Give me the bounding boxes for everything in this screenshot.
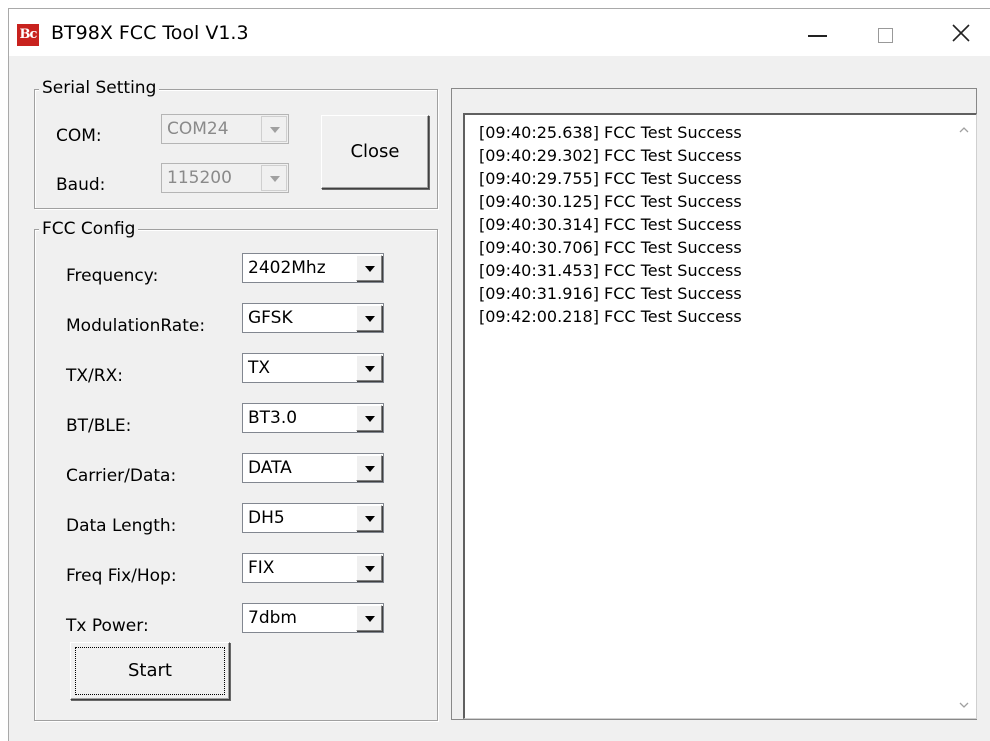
log-line: [09:42:00.218] FCC Test Success [479, 307, 742, 326]
tx-power-label: Tx Power: [66, 616, 149, 636]
scroll-down-icon[interactable] [959, 700, 969, 710]
baud-rate-value: 115200 [167, 168, 232, 188]
tx-rx-dropdown-button [356, 355, 382, 381]
modulation-rate-value: GFSK [248, 308, 293, 328]
chevron-down-icon [365, 416, 375, 422]
close-port-button[interactable]: Close [321, 115, 429, 189]
log-line: [09:40:29.755] FCC Test Success [479, 169, 742, 188]
tx-rx-value: TX [248, 358, 271, 378]
main-window: Bc BT98X FCC Tool V1.3 Serial Setting CO… [8, 8, 990, 741]
focus-rectangle [75, 647, 225, 695]
tx-power-value: 7dbm [248, 608, 297, 628]
modulation-dropdown-button [356, 305, 382, 331]
com-port-select[interactable]: COM24 [161, 114, 289, 144]
chevron-down-icon [270, 127, 280, 133]
maximize-icon [878, 28, 893, 43]
window-title: BT98X FCC Tool V1.3 [51, 22, 249, 44]
modulation-rate-label: ModulationRate: [66, 316, 206, 336]
start-button[interactable]: Start [70, 642, 230, 700]
bt-ble-value: BT3.0 [248, 408, 298, 428]
carrier-data-label: Carrier/Data: [66, 466, 177, 486]
baud-rate-select[interactable]: 115200 [161, 163, 289, 193]
log-line: [09:40:31.453] FCC Test Success [479, 261, 742, 280]
bt-ble-dropdown-button [356, 405, 382, 431]
baud-dropdown-button [261, 165, 287, 191]
tx-power-select[interactable]: 7dbm [242, 603, 384, 633]
frequency-value: 2402Mhz [248, 258, 326, 278]
com-dropdown-button [261, 116, 287, 142]
baud-label: Baud: [56, 175, 106, 195]
freq-fix-hop-value: FIX [248, 558, 275, 578]
log-textarea[interactable]: [09:40:25.638] FCC Test Success [09:40:2… [463, 113, 977, 719]
chevron-down-icon [365, 316, 375, 322]
chevron-down-icon [365, 266, 375, 272]
close-port-label: Close [350, 141, 400, 162]
log-line: [09:40:31.916] FCC Test Success [479, 284, 742, 303]
chevron-down-icon [365, 366, 375, 372]
close-icon [952, 24, 970, 42]
data-length-select[interactable]: DH5 [242, 503, 384, 533]
frequency-dropdown-button [356, 255, 382, 281]
modulation-rate-select[interactable]: GFSK [242, 303, 384, 333]
tx-rx-label: TX/RX: [66, 366, 123, 386]
close-window-button[interactable] [929, 9, 989, 56]
scroll-up-icon[interactable] [959, 125, 969, 135]
chevron-down-icon [270, 176, 280, 182]
log-scrollbar[interactable] [954, 115, 976, 718]
log-line: [09:40:29.302] FCC Test Success [479, 146, 742, 165]
log-line: [09:40:30.125] FCC Test Success [479, 192, 742, 211]
chevron-down-icon [365, 616, 375, 622]
com-port-value: COM24 [167, 119, 229, 139]
data-length-label: Data Length: [66, 516, 177, 536]
maximize-button[interactable] [857, 9, 917, 56]
carrier-data-dropdown-button [356, 455, 382, 481]
tx-power-dropdown-button [356, 605, 382, 631]
com-label: COM: [56, 126, 102, 146]
tx-rx-select[interactable]: TX [242, 353, 384, 383]
minimize-button[interactable] [789, 9, 849, 56]
carrier-data-select[interactable]: DATA [242, 453, 384, 483]
title-bar[interactable]: Bc BT98X FCC Tool V1.3 [9, 9, 990, 56]
data-length-value: DH5 [248, 508, 285, 528]
chevron-down-icon [365, 466, 375, 472]
frequency-label: Frequency: [66, 266, 159, 286]
serial-setting-title: Serial Setting [39, 78, 160, 98]
freq-fix-hop-select[interactable]: FIX [242, 553, 384, 583]
chevron-down-icon [365, 516, 375, 522]
fcc-config-title: FCC Config [39, 219, 139, 239]
chevron-down-icon [365, 566, 375, 572]
minimize-icon [808, 35, 827, 37]
carrier-data-value: DATA [248, 458, 292, 478]
frequency-select[interactable]: 2402Mhz [242, 253, 384, 283]
log-line: [09:40:25.638] FCC Test Success [479, 123, 742, 142]
freq-fix-hop-label: Freq Fix/Hop: [66, 566, 177, 586]
bt-ble-label: BT/BLE: [66, 416, 132, 436]
log-line: [09:40:30.314] FCC Test Success [479, 215, 742, 234]
data-length-dropdown-button [356, 505, 382, 531]
freq-fix-hop-dropdown-button [356, 555, 382, 581]
bt-ble-select[interactable]: BT3.0 [242, 403, 384, 433]
log-lines: [09:40:25.638] FCC Test Success [09:40:2… [479, 121, 742, 328]
app-logo-icon: Bc [17, 24, 39, 46]
log-line: [09:40:30.706] FCC Test Success [479, 238, 742, 257]
